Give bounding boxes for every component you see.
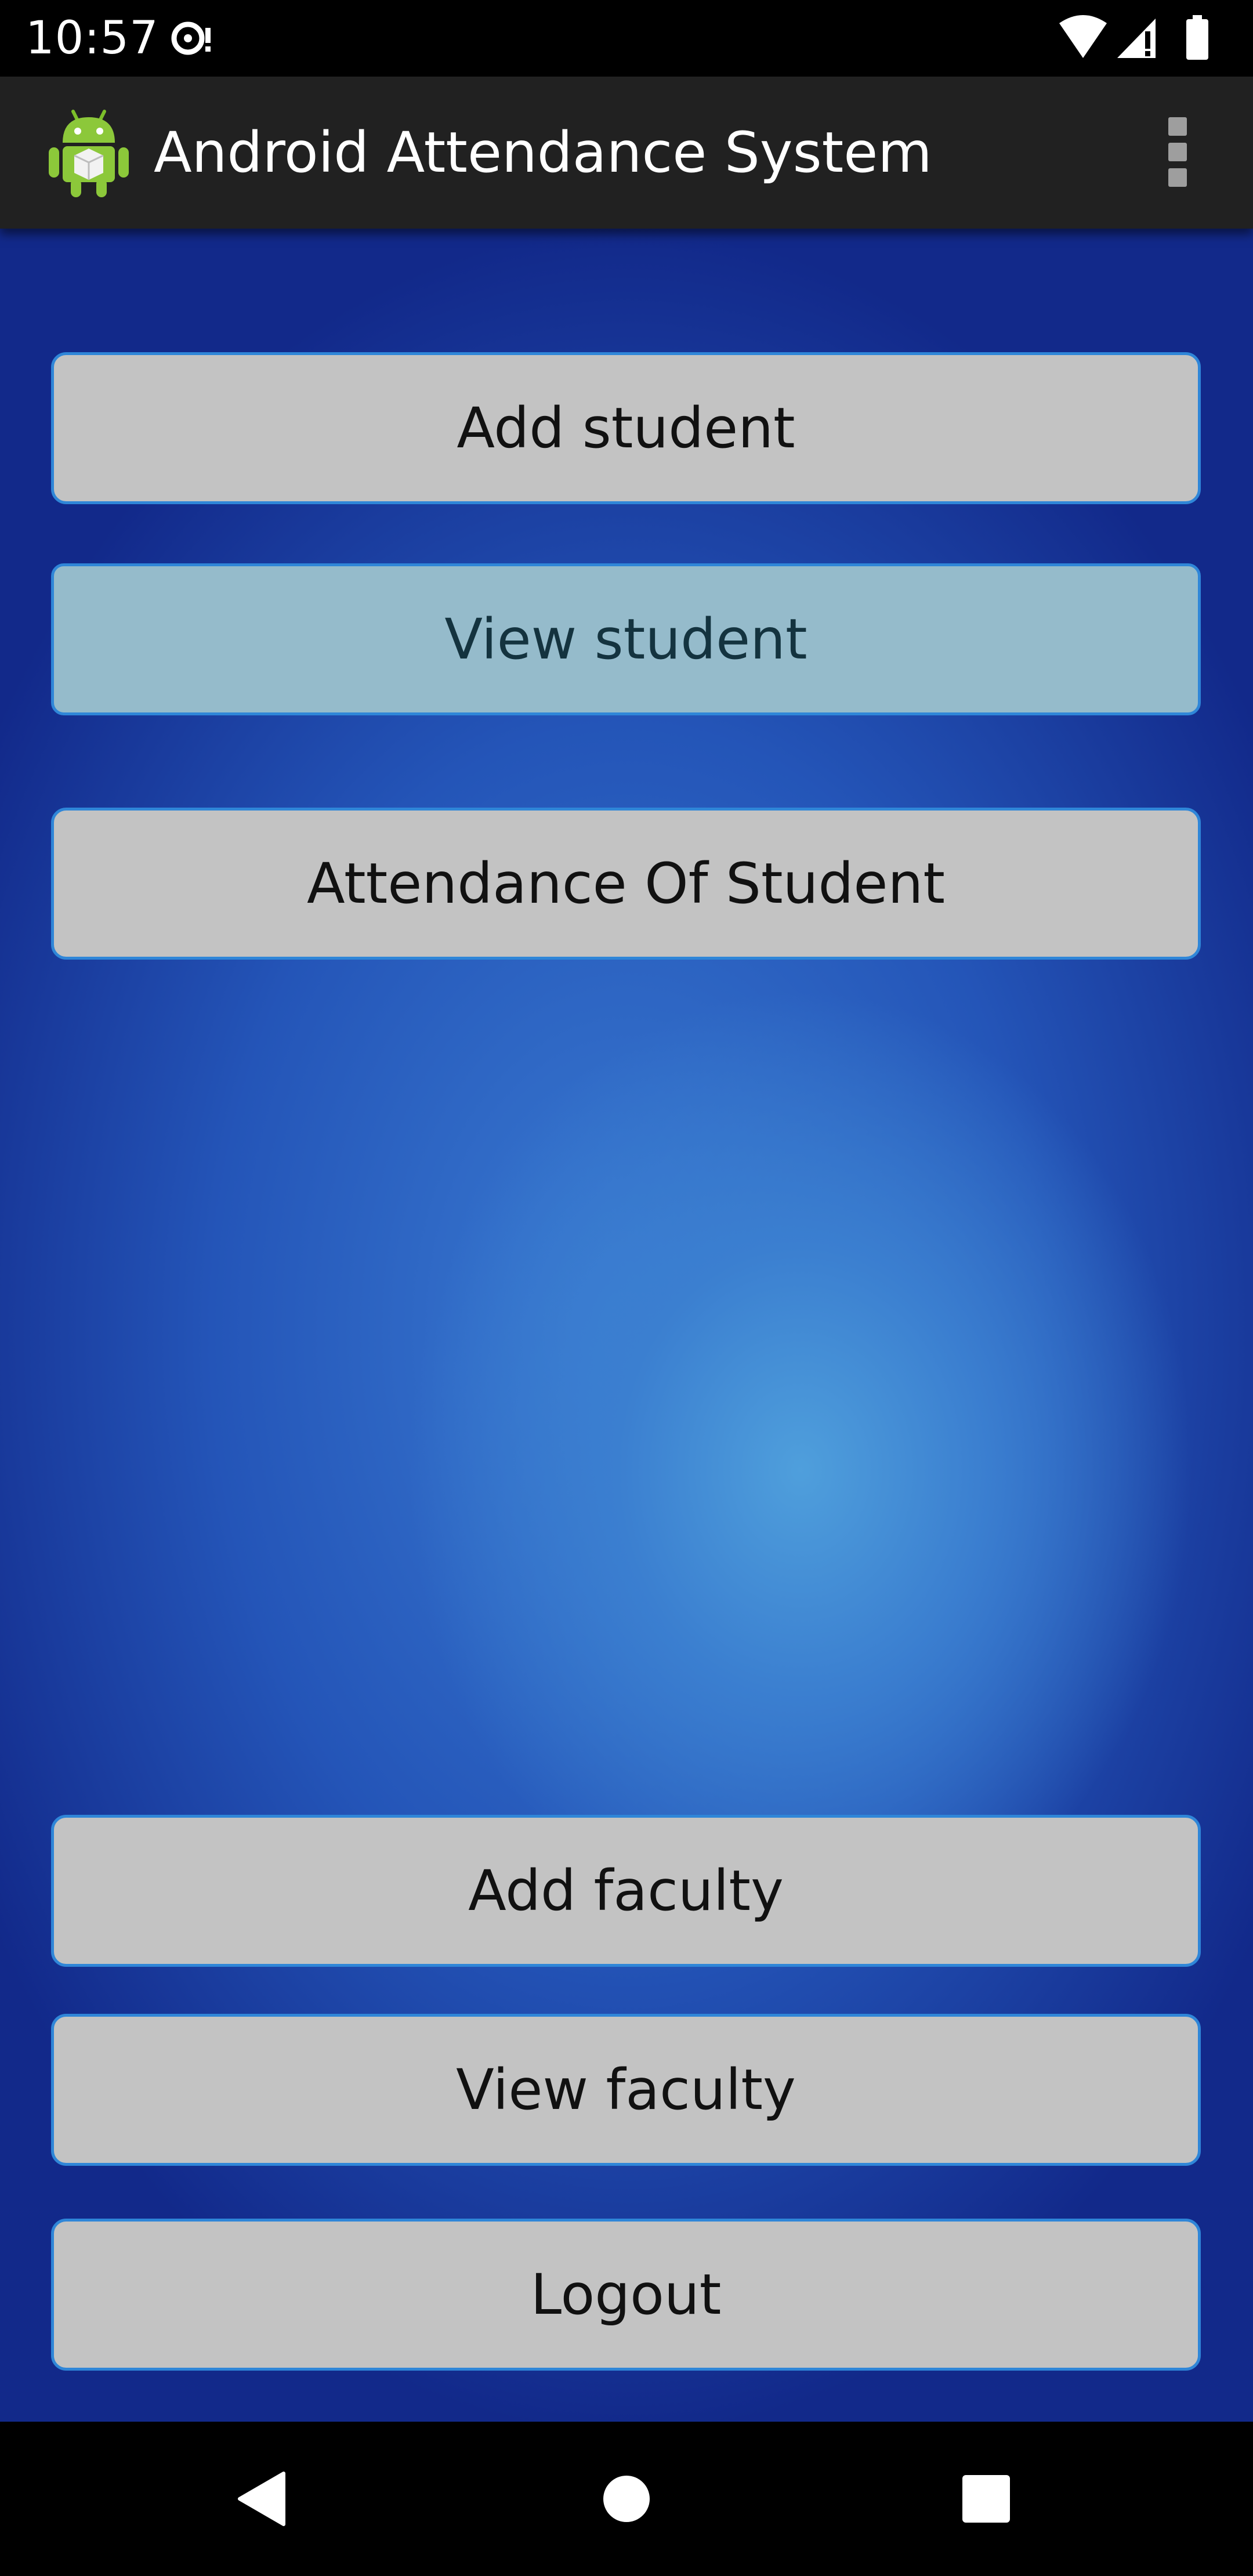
status-icons bbox=[1057, 14, 1231, 63]
view-student-button[interactable]: View student bbox=[51, 563, 1201, 715]
overflow-menu-icon[interactable] bbox=[1160, 117, 1195, 189]
back-button[interactable] bbox=[204, 2422, 320, 2576]
navigation-bar bbox=[0, 2422, 1253, 2576]
status-bar: 10:57 bbox=[0, 0, 1253, 77]
add-faculty-button[interactable]: Add faculty bbox=[51, 1815, 1201, 1967]
status-time: 10:57 bbox=[26, 12, 159, 64]
notification-icon bbox=[171, 21, 211, 55]
main-content: Add student View student Attendance Of S… bbox=[0, 229, 1253, 2422]
recents-button[interactable] bbox=[928, 2422, 1044, 2576]
home-icon bbox=[603, 2476, 650, 2522]
battery-icon bbox=[1186, 15, 1208, 60]
add-student-button[interactable]: Add student bbox=[51, 352, 1201, 504]
back-icon bbox=[238, 2472, 285, 2526]
home-button[interactable] bbox=[568, 2422, 685, 2576]
attendance-of-student-button[interactable]: Attendance Of Student bbox=[51, 808, 1201, 960]
recents-icon bbox=[962, 2475, 1010, 2523]
logout-button[interactable]: Logout bbox=[51, 2219, 1201, 2371]
cell-signal-icon bbox=[1117, 19, 1156, 58]
wifi-icon bbox=[1059, 15, 1107, 58]
android-logo-icon bbox=[49, 110, 129, 197]
app-bar: Android Attendance System bbox=[0, 77, 1253, 229]
app-title: Android Attendance System bbox=[154, 120, 932, 185]
view-faculty-button[interactable]: View faculty bbox=[51, 2014, 1201, 2166]
screen: 10:57 Android Attendance System Add stud… bbox=[0, 0, 1253, 2576]
